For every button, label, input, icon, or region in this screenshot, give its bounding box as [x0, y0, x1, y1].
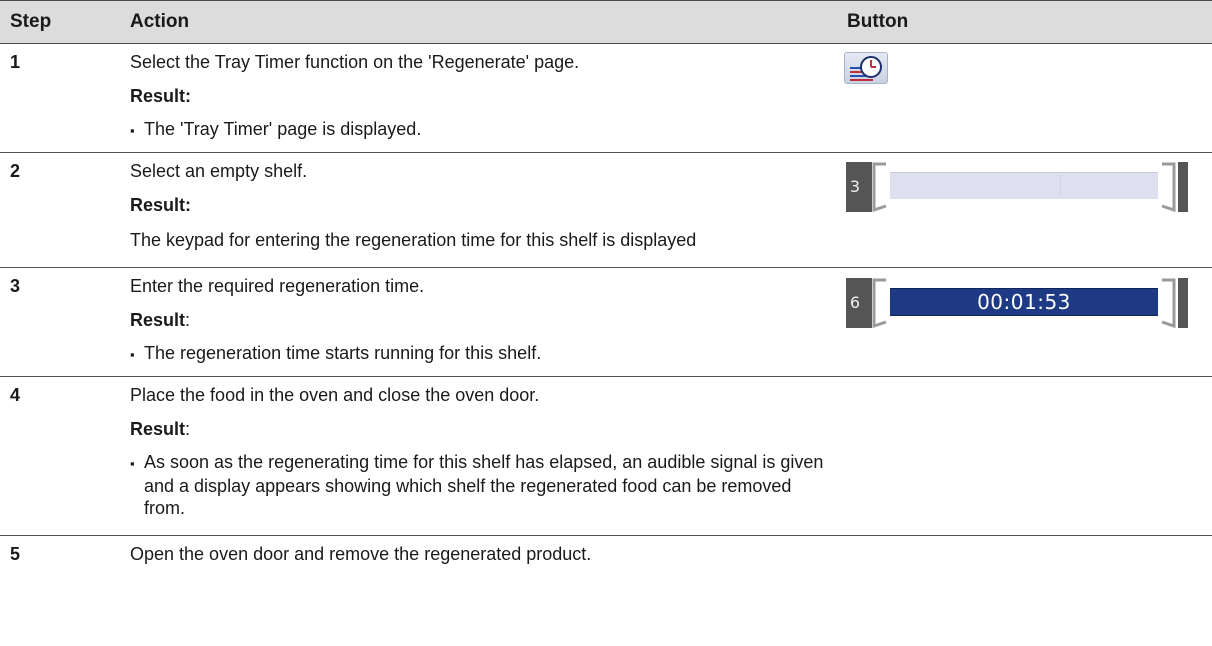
- step-action: Select an empty shelf.: [130, 161, 308, 181]
- step-button-cell: [835, 536, 1212, 586]
- step-number: 1: [10, 52, 21, 72]
- step-action: Select the Tray Timer function on the 'R…: [130, 52, 580, 72]
- tray-timer-icon: [850, 56, 882, 81]
- result-text: The keypad for entering the regeneration…: [130, 230, 697, 250]
- step-button-cell: [835, 44, 1212, 152]
- step-button-cell: [835, 377, 1212, 535]
- step-action: Enter the required regeneration time.: [130, 276, 425, 296]
- step-action-cell: Enter the required regeneration time. Re…: [118, 268, 835, 376]
- result-text: The 'Tray Timer' page is displayed.: [130, 118, 835, 142]
- step-action-cell: Place the food in the oven and close the…: [118, 377, 835, 535]
- shelf-number: 6: [846, 278, 872, 328]
- shelf-timer-display: 00:01:53: [890, 288, 1158, 316]
- header-action: Action: [130, 11, 190, 32]
- shelf-rail: [1178, 278, 1188, 328]
- shelf-number: 3: [846, 162, 872, 212]
- shelf-bracket-left-icon: [872, 278, 887, 328]
- step-action: Place the food in the oven and close the…: [130, 385, 540, 405]
- empty-shelf-button[interactable]: 3: [846, 162, 1188, 212]
- shelf-bracket-left-icon: [872, 162, 887, 212]
- step-row-5: 5 Open the oven door and remove the rege…: [0, 536, 1212, 586]
- result-label: Result:: [130, 195, 192, 215]
- step-number: 2: [10, 161, 21, 181]
- header-button: Button: [847, 11, 909, 32]
- result-text: As soon as the regenerating time for thi…: [130, 451, 835, 519]
- step-action: Open the oven door and remove the regene…: [130, 544, 592, 564]
- steps-table: Step Action Button 1 Select the Tray Tim…: [0, 0, 1212, 586]
- header-step: Step: [10, 11, 52, 32]
- running-shelf-button[interactable]: 6 00:01:53: [846, 278, 1188, 328]
- shelf-slot-empty: [890, 172, 1158, 199]
- result-label: Result:: [130, 310, 191, 330]
- step-number: 3: [10, 276, 21, 296]
- step-action-cell: Open the oven door and remove the regene…: [118, 536, 835, 586]
- step-row-1: 1 Select the Tray Timer function on the …: [0, 44, 1212, 153]
- result-label: Result:: [130, 419, 191, 439]
- step-number: 5: [10, 544, 21, 564]
- shelf-bracket-right-icon: [1161, 162, 1176, 212]
- step-action-cell: Select an empty shelf. Result: The keypa…: [118, 153, 835, 267]
- shelf-bracket-right-icon: [1161, 278, 1176, 328]
- step-number: 4: [10, 385, 21, 405]
- result-text: The regeneration time starts running for…: [130, 342, 835, 366]
- shelf-rail: [1178, 162, 1188, 212]
- tray-timer-button[interactable]: [844, 52, 888, 84]
- step-action-cell: Select the Tray Timer function on the 'R…: [118, 44, 835, 152]
- step-row-4: 4 Place the food in the oven and close t…: [0, 377, 1212, 536]
- result-label: Result:: [130, 86, 192, 106]
- table-header: Step Action Button: [0, 0, 1212, 44]
